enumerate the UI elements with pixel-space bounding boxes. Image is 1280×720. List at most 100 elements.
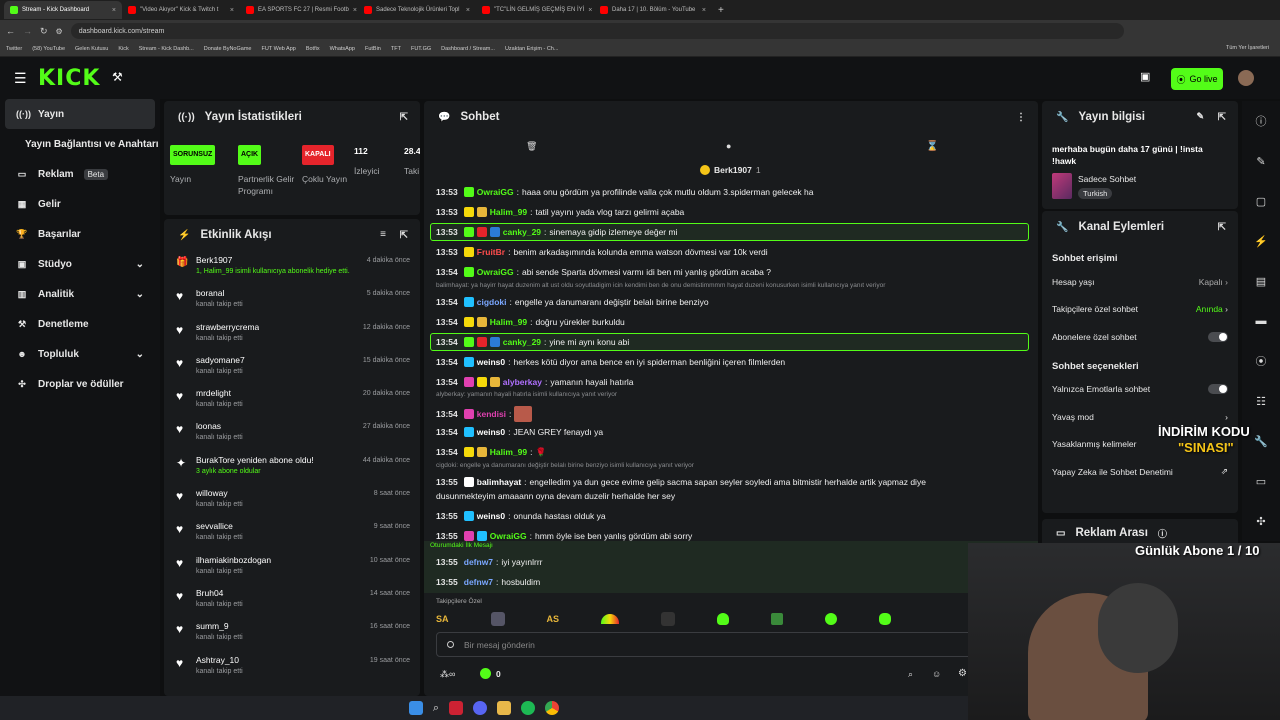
sidebar-item[interactable]: ✣ Droplar ve ödüller [0, 369, 160, 399]
go-live-button[interactable]: ⦿ Go live [1171, 68, 1223, 90]
emote[interactable] [601, 614, 620, 624]
more-icon[interactable]: ⋮ [1016, 112, 1026, 123]
bookmark-item[interactable]: Uzaktan Erişim - Ch... [505, 46, 558, 52]
search-icon[interactable]: ⌕ [908, 669, 913, 680]
gift-icon[interactable]: ✣ [1242, 501, 1280, 541]
chat-message[interactable]: 13:55 defnw7: iyi yayınlrrr [436, 556, 543, 568]
hammer-icon[interactable]: ⚒ [112, 70, 123, 84]
sidebar-item[interactable]: ▦ Gelir [0, 189, 160, 219]
chat-message[interactable]: 13:55 weins0: onunda hastası olduk ya [436, 510, 606, 522]
browser-tab[interactable]: "TC"LİN GELMİŞ GEÇMİŞ EN İYİ × [476, 1, 594, 19]
screen-icon[interactable]: ▢ [1242, 181, 1280, 221]
bookmark-item[interactable]: FUT Web App [261, 46, 295, 52]
close-icon[interactable]: × [230, 7, 234, 14]
browser-tab[interactable]: Stream - Kick Dashboard × [4, 1, 122, 19]
bookmark-item[interactable]: FUT.GG [411, 46, 431, 52]
bookmark-item[interactable]: Donate ByNoGame [204, 46, 252, 52]
sidebar-item[interactable]: ☻ Topluluk ⌄ [0, 339, 160, 369]
message-username[interactable]: Halim_99 [490, 316, 527, 328]
avatar[interactable] [1238, 70, 1254, 86]
close-icon[interactable]: × [353, 7, 357, 14]
broadcast-icon[interactable]: ⦿ [1242, 341, 1280, 381]
hourglass-icon[interactable]: ⌛ [926, 141, 938, 152]
chat-message[interactable]: 13:54 canky_29: yine mi aynı konu abi [436, 336, 629, 348]
message-username[interactable]: balimhayat [477, 476, 521, 488]
message-username[interactable]: weins0 [477, 426, 505, 438]
chat-message[interactable]: 13:54 kendisi: [436, 406, 533, 422]
emotes-only-toggle[interactable] [1208, 384, 1228, 395]
popout-icon[interactable]: ⇱ [1218, 222, 1226, 233]
bookmark-item[interactable]: Dashboard / Stream... [441, 46, 495, 52]
pencil-icon[interactable]: ✎ [1242, 141, 1280, 181]
chat-message[interactable]: 13:55 balimhayat: engelledim ya dun gece e… [436, 476, 926, 488]
activity-item[interactable]: ♥ summ_9 kanalı takip etti 16 saat önce [164, 617, 420, 650]
activity-item[interactable]: ♥ willoway kanalı takip etti 8 saat önce [164, 484, 420, 517]
message-username[interactable]: FruitBr [477, 246, 505, 258]
filter-icon[interactable]: ≡ [380, 229, 386, 240]
emote[interactable] [771, 613, 784, 625]
pinned-gift[interactable]: Berk1907 1 [700, 165, 761, 175]
bookmark-item[interactable]: Twitter [6, 46, 22, 52]
emote[interactable] [490, 612, 505, 626]
subs-only-toggle[interactable] [1208, 331, 1228, 342]
activity-item[interactable]: ♥ Bruh04 kanalı takip etti 14 saat önce [164, 584, 420, 617]
activity-item[interactable]: ♥ mrdelight kanalı takip etti 20 dakika önc… [164, 384, 420, 417]
emote-as[interactable]: AS [547, 614, 560, 624]
message-username[interactable]: defnw7 [464, 556, 493, 568]
bookmark-item[interactable]: WhatsApp [330, 46, 355, 52]
activity-item[interactable]: 🎁 Berk1907 1, Halim_99 isimli kullanıcıya … [164, 251, 420, 284]
message-username[interactable]: alyberkay [503, 376, 542, 388]
bookmark-item[interactable]: Botfix [306, 46, 320, 52]
new-tab-icon[interactable]: + [718, 5, 724, 16]
all-bookmarks[interactable]: Tüm Yer İşaretleri [1226, 45, 1269, 51]
close-icon[interactable]: × [588, 7, 592, 14]
message-username[interactable]: weins0 [477, 510, 505, 522]
message-username[interactable]: canky_29 [503, 226, 541, 238]
emoji-icon[interactable]: ☺ [932, 669, 941, 679]
settings-icon[interactable]: ⚙ [958, 668, 967, 679]
activity-item[interactable]: ✦ BurakTore yeniden abone oldu! 3 aylık ab… [164, 451, 420, 484]
chat-icon[interactable]: ▬ [1242, 301, 1280, 341]
trash-icon[interactable]: 🗑 [526, 141, 537, 152]
chat-message[interactable]: 13:54 weins0: JEAN GREY fenaydı ya [436, 426, 603, 438]
message-username[interactable]: Halim_99 [490, 206, 527, 218]
message-username[interactable]: OwraiGG [477, 266, 514, 278]
kick-logo[interactable]: KICK [38, 66, 100, 91]
spotify-icon[interactable] [521, 701, 536, 715]
tv-icon[interactable]: ▭ [1242, 461, 1280, 501]
chat-message[interactable]: 13:54 OwraiGG: abi sende Sparta dövmesi va… [436, 266, 771, 278]
account-age-row[interactable]: Hesap yaşı Kapalı › [1042, 268, 1238, 296]
message-username[interactable]: weins0 [477, 356, 505, 368]
info-icon[interactable]: ⓘ [1158, 527, 1167, 540]
browser-tab[interactable]: "Video Akıyor" Kick & Twitch t × [122, 1, 240, 19]
forward-icon[interactable]: → [23, 26, 32, 36]
chat-input[interactable]: Bir mesaj gönderin [436, 632, 1028, 657]
sidebar-item[interactable]: ⚒ Denetleme [0, 309, 160, 339]
bookmark-item[interactable]: (58) YouTube [32, 46, 65, 52]
sidebar-item[interactable]: ▣ Stüdyo ⌄ [0, 249, 160, 279]
menu-icon[interactable]: ☰ [14, 70, 27, 87]
chrome-icon[interactable] [545, 701, 560, 715]
message-username[interactable]: Halim_99 [490, 446, 527, 458]
site-info-icon[interactable]: ⚙ [56, 27, 63, 36]
emote[interactable] [717, 613, 730, 625]
chat-message[interactable]: 13:54 cigdoki: engelle ya danumaranı değiş… [436, 296, 709, 308]
sidebar-item[interactable]: ▭ Reklam Beta [0, 159, 160, 189]
chat-message[interactable]: 13:55 defnw7: hosbuldim [436, 576, 540, 588]
bookmark-item[interactable]: Kick [118, 46, 128, 52]
close-icon[interactable]: × [466, 7, 470, 14]
chat-message[interactable]: 13:53 OwraiGG: haaa onu gördüm ya profilin… [436, 186, 814, 198]
app-icon[interactable] [449, 701, 464, 715]
chat-message[interactable]: 13:54 alyberkay: yamanın hayali hatırla [436, 376, 634, 388]
bolt-icon[interactable]: ⚡ [1242, 221, 1280, 261]
emote-sa[interactable]: SA [436, 614, 449, 624]
bookmark-item[interactable]: Stream - Kick Dashb... [139, 46, 194, 52]
camera-icon[interactable]: ▣ [1140, 70, 1150, 83]
popout-icon[interactable]: ⇱ [400, 112, 408, 123]
users-icon[interactable]: ⁂∞ [440, 669, 455, 680]
search-icon[interactable]: ⌕ [433, 702, 439, 715]
chat-message[interactable]: 13:54 Halim_99: 🌹 [436, 446, 546, 458]
browser-tab[interactable]: EA SPORTS FC 27 | Resmi Footb × [240, 1, 358, 19]
followers-only-row[interactable]: Takipçilere özel sohbet Anında › [1042, 296, 1238, 324]
sidebar-item[interactable]: Yayın Bağlantısı ve Anahtarı [0, 129, 160, 159]
